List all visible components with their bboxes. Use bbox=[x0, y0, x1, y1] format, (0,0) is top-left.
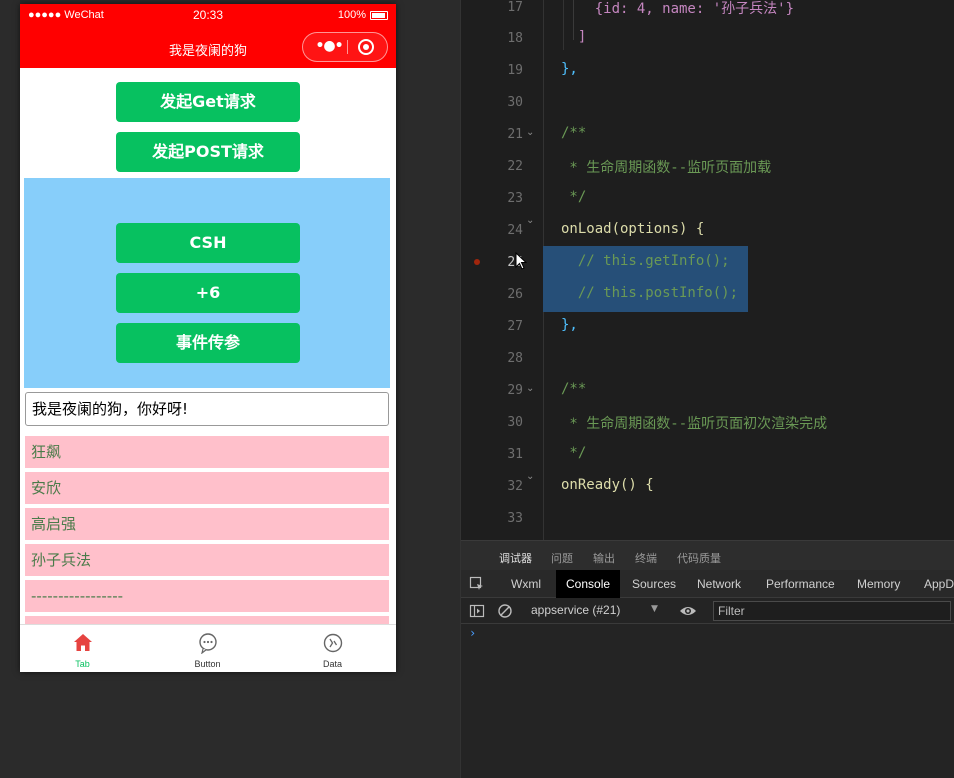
code-line: * 生命周期函数--监听页面初次渲染完成 bbox=[561, 416, 828, 432]
line-number: 24 bbox=[507, 223, 523, 238]
battery-percent: 100% bbox=[337, 9, 366, 21]
capsule-divider bbox=[347, 40, 348, 54]
line-number: 18 bbox=[507, 31, 523, 46]
devtools-panel: 调试器 问题 输出 终端 代码质量 Wxml Console Sources N… bbox=[460, 540, 954, 778]
tab-wxml[interactable]: Wxml bbox=[501, 570, 551, 598]
line-number: 19 bbox=[507, 63, 523, 78]
list-item: 狂飙 bbox=[25, 436, 389, 468]
code-line: }, bbox=[561, 61, 578, 77]
fold-chevron-icon[interactable]: ⌄ bbox=[526, 127, 536, 138]
filter-input[interactable]: Filter bbox=[713, 601, 951, 621]
tab-label-button: Button bbox=[194, 659, 221, 669]
code-line: onLoad(options) { bbox=[561, 221, 705, 237]
line-number: 29 bbox=[507, 383, 523, 398]
event-param-button[interactable]: 事件传参 bbox=[116, 323, 300, 363]
list-item: 高启强 bbox=[25, 508, 389, 540]
list-item: ----------------- bbox=[25, 580, 389, 612]
more-icon[interactable]: •●• bbox=[313, 33, 345, 61]
code-line: */ bbox=[561, 445, 587, 461]
tab-label-home: Tab bbox=[75, 659, 90, 669]
code-line: {id: 4, name: '孙子兵法'} bbox=[561, 1, 795, 17]
get-request-button[interactable]: 发起Get请求 bbox=[116, 82, 300, 122]
data-icon bbox=[323, 633, 343, 653]
line-number: 31 bbox=[507, 447, 523, 462]
code-line: // this.postInfo(); bbox=[561, 285, 739, 301]
code-line: /** bbox=[561, 125, 587, 141]
tab-bar: Tab Button Data bbox=[20, 624, 396, 672]
chevron-down-icon[interactable]: ▼ bbox=[651, 604, 658, 614]
code-line: ] bbox=[561, 29, 587, 45]
navigation-bar: 我是夜阑的狗 •●• bbox=[20, 28, 396, 68]
line-number: 30 bbox=[507, 415, 523, 430]
chat-icon bbox=[199, 633, 217, 654]
fold-chevron-icon[interactable]: ⌄ bbox=[526, 215, 536, 226]
line-number: 30 bbox=[507, 95, 523, 110]
list-item: 安欣 bbox=[25, 472, 389, 504]
devtools-panel-tabs: Wxml Console Sources Network Performance… bbox=[461, 570, 954, 598]
console-output[interactable]: › bbox=[461, 624, 954, 778]
blue-container: CSH +6 事件传参 bbox=[24, 178, 390, 388]
tab-code-quality[interactable]: 代码质量 bbox=[677, 550, 721, 566]
tab-data[interactable]: Data bbox=[270, 625, 395, 672]
line-number: 28 bbox=[507, 351, 523, 366]
tab-memory[interactable]: Memory bbox=[847, 570, 910, 598]
post-request-button[interactable]: 发起POST请求 bbox=[116, 132, 300, 172]
tab-home[interactable]: Tab bbox=[20, 625, 145, 672]
line-number: 22 bbox=[507, 159, 523, 174]
plus-six-button[interactable]: +6 bbox=[116, 273, 300, 313]
code-line: /** bbox=[561, 381, 587, 397]
tab-debugger[interactable]: 调试器 bbox=[499, 550, 532, 566]
code-line: onReady() { bbox=[561, 477, 654, 493]
sidebar-toggle-icon[interactable] bbox=[469, 603, 485, 619]
tab-issues[interactable]: 问题 bbox=[551, 550, 573, 566]
tab-button[interactable]: Button bbox=[145, 625, 270, 672]
tab-console[interactable]: Console bbox=[556, 570, 621, 598]
home-icon bbox=[74, 634, 92, 651]
devtools-top-tabs: 调试器 问题 输出 终端 代码质量 bbox=[461, 540, 954, 570]
greeting-input[interactable]: 我是夜阑的狗，你好呀! bbox=[25, 392, 389, 426]
context-select[interactable]: appservice (#21) bbox=[531, 603, 620, 617]
code-line: }, bbox=[561, 317, 578, 333]
battery-icon bbox=[370, 11, 388, 20]
capsule-menu: •●• bbox=[302, 32, 388, 62]
list-item: 0 bbox=[25, 616, 389, 624]
line-number: 32 bbox=[507, 479, 523, 494]
console-toolbar: appservice (#21) ▼ Filter bbox=[461, 598, 954, 624]
console-prompt[interactable]: › bbox=[469, 626, 476, 640]
inspect-element-icon[interactable] bbox=[469, 576, 485, 592]
close-mini-program-icon[interactable] bbox=[358, 39, 374, 55]
simulator-panel: ●●●●● WeChat 20:33 100% 我是夜阑的狗 •●• 发起Get… bbox=[0, 0, 460, 778]
code-line: // this.getInfo(); bbox=[561, 253, 730, 269]
clear-console-icon[interactable] bbox=[497, 603, 513, 619]
breakpoint-marker[interactable] bbox=[474, 259, 480, 265]
line-number: 21 bbox=[507, 127, 523, 142]
code-line: */ bbox=[561, 189, 587, 205]
csh-button[interactable]: CSH bbox=[116, 223, 300, 263]
mouse-pointer-icon bbox=[515, 252, 527, 270]
page-content: 发起Get请求 发起POST请求 CSH +6 事件传参 我是夜阑的狗，你好呀!… bbox=[20, 68, 396, 624]
eye-icon[interactable] bbox=[679, 604, 697, 618]
code-line: * 生命周期函数--监听页面加载 bbox=[561, 160, 772, 176]
line-number: 33 bbox=[507, 511, 523, 526]
fold-chevron-icon[interactable]: ⌄ bbox=[526, 383, 536, 394]
fold-chevron-icon[interactable]: ⌄ bbox=[526, 471, 536, 482]
tab-appdata[interactable]: AppD bbox=[914, 570, 954, 598]
code-editor[interactable]: 17 18 19 30 21 22 23 24 25 26 27 28 29 3… bbox=[460, 0, 954, 540]
line-number: 17 bbox=[507, 0, 523, 15]
status-bar: ●●●●● WeChat 20:33 100% bbox=[20, 4, 396, 28]
tab-sources[interactable]: Sources bbox=[622, 570, 686, 598]
tab-network[interactable]: Network bbox=[687, 570, 751, 598]
tab-performance[interactable]: Performance bbox=[756, 570, 845, 598]
tab-terminal[interactable]: 终端 bbox=[635, 550, 657, 566]
phone-screen: ●●●●● WeChat 20:33 100% 我是夜阑的狗 •●• 发起Get… bbox=[20, 4, 396, 672]
line-number: 27 bbox=[507, 319, 523, 334]
tab-label-data: Data bbox=[322, 659, 342, 669]
line-number: 23 bbox=[507, 191, 523, 206]
tab-output[interactable]: 输出 bbox=[593, 550, 615, 566]
list-item: 孙子兵法 bbox=[25, 544, 389, 576]
line-number: 26 bbox=[507, 287, 523, 302]
